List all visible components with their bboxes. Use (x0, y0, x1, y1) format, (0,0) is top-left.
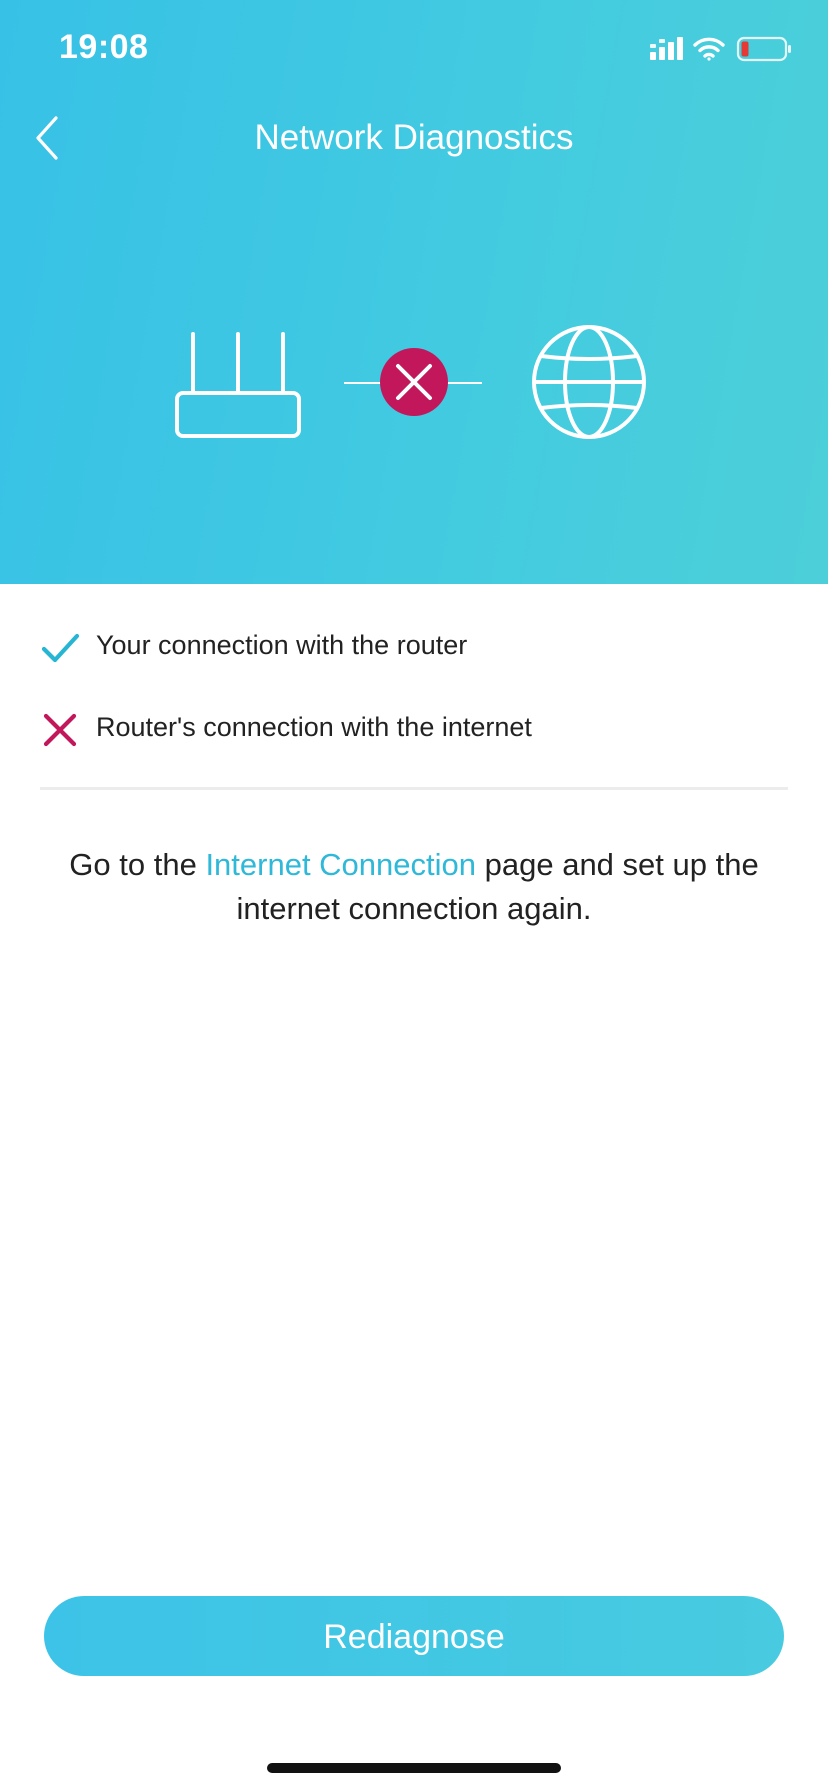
status-bar: 19:08 (0, 0, 828, 100)
cross-icon (43, 713, 77, 747)
diagnostics-diagram (175, 325, 646, 439)
header-banner: 19:08 Network Diagnostics (0, 0, 828, 584)
status-icons (648, 34, 798, 64)
network-diagnostics-screen: 19:08 Network Diagnostics Your connectio… (0, 0, 828, 1792)
instruction-text: Go to the Internet Connection page and s… (40, 843, 788, 931)
cellular-signal-icon (650, 37, 683, 60)
divider (40, 787, 788, 790)
check-item-label: Your connection with the router (96, 630, 468, 660)
status-time: 19:08 (59, 28, 149, 66)
router-icon (175, 332, 301, 438)
status-icons-svg (650, 36, 791, 62)
check-item-label: Router's connection with the internet (96, 712, 532, 742)
internet-connection-link[interactable]: Internet Connection (205, 847, 476, 882)
check-item-internet: Router's connection with the internet (40, 708, 800, 752)
page-title: Network Diagnostics (254, 118, 574, 157)
checkmark-icon (41, 633, 80, 663)
rediagnose-button[interactable]: Rediagnose (44, 1596, 784, 1676)
battery-icon (736, 36, 791, 62)
connection-error-icon (380, 348, 448, 416)
instruction-text-before: Go to the (69, 847, 206, 882)
wifi-icon (693, 37, 725, 61)
globe-icon (532, 325, 646, 439)
check-item-router: Your connection with the router (40, 626, 800, 670)
home-indicator[interactable] (267, 1763, 561, 1773)
